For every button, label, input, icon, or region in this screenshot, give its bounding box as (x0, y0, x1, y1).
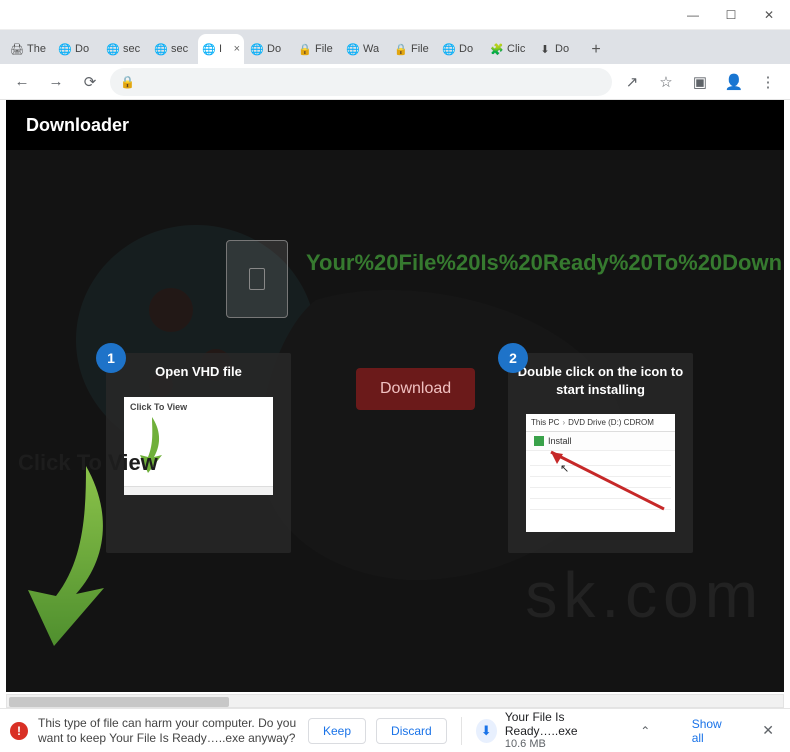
thumb1-label: Click To View (124, 397, 273, 417)
warning-text: This type of file can harm your computer… (38, 716, 298, 746)
download-item[interactable]: ⬇ Your File Is Ready…..exe 10.6 MB ⌃ (476, 710, 658, 752)
tab-label: Do (267, 43, 281, 55)
divider (461, 717, 462, 745)
step-title-1: Open VHD file (106, 353, 291, 391)
tab-the[interactable]: 🖨The (6, 34, 52, 64)
share-button[interactable]: ↗ (618, 68, 646, 96)
profile-button[interactable]: 👤 (720, 68, 748, 96)
watermark-text: sk.com (525, 558, 764, 632)
step-title-2: Double click on the icon to start instal… (508, 353, 693, 408)
step-card-2: 2 Double click on the icon to start inst… (508, 353, 693, 553)
browser-toolbar: ← → ⟳ 🔒 ↗ ☆ ▣ 👤 ⋮ (0, 64, 790, 100)
tab-label: Do (459, 43, 473, 55)
tab-close-icon[interactable]: × (234, 43, 240, 55)
back-button[interactable]: ← (8, 68, 36, 96)
big-green-arrow-icon (14, 460, 124, 650)
window-maximize-button[interactable]: ☐ (712, 1, 750, 29)
tab-sec-1[interactable]: 🌐sec (102, 34, 148, 64)
tab-sec-2[interactable]: 🌐sec (150, 34, 196, 64)
lock-icon: 🔒 (298, 42, 312, 56)
new-tab-button[interactable]: + (582, 36, 610, 64)
thumb1-footer (124, 486, 273, 495)
page-title: Downloader (26, 115, 129, 136)
download-size: 10.6 MB (505, 738, 625, 751)
tab-label: File (315, 43, 333, 55)
download-chevron-icon[interactable]: ⌃ (633, 717, 658, 745)
step-thumb-1: Click To View (124, 397, 273, 495)
page: sk.com Downloader Your%20File%20Is%20Rea… (6, 100, 784, 692)
window-minimize-button[interactable]: — (674, 1, 712, 29)
tab-file-2[interactable]: 🔒File (390, 34, 436, 64)
shelf-close-button[interactable]: ✕ (756, 718, 780, 743)
globe-icon: 🌐 (250, 42, 264, 56)
tab-wa[interactable]: 🌐Wa (342, 34, 388, 64)
red-arrow-icon (539, 444, 669, 514)
tab-do-3[interactable]: 🌐Do (438, 34, 484, 64)
globe-icon: 🌐 (442, 42, 456, 56)
horizontal-scrollbar[interactable] (6, 694, 784, 708)
address-bar[interactable]: 🔒 (110, 68, 612, 96)
download-icon: ⬇ (538, 42, 552, 56)
puzzle-icon: 🧩 (490, 42, 504, 56)
extensions-button[interactable]: ▣ (686, 68, 714, 96)
tab-do-1[interactable]: 🌐Do (54, 34, 100, 64)
tab-do-2[interactable]: 🌐Do (246, 34, 292, 64)
tab-clic[interactable]: 🧩Clic (486, 34, 532, 64)
thumb2-path: This PC›DVD Drive (D:) CDROM (526, 414, 675, 432)
menu-button[interactable]: ⋮ (754, 68, 782, 96)
bookmark-button[interactable]: ☆ (652, 68, 680, 96)
download-button[interactable]: Download (356, 368, 475, 410)
step-badge-1: 1 (96, 343, 126, 373)
scrollbar-thumb[interactable] (9, 697, 229, 707)
download-meta: Your File Is Ready…..exe 10.6 MB (505, 710, 625, 752)
discard-button[interactable]: Discard (376, 718, 447, 744)
tab-do-4[interactable]: ⬇Do (534, 34, 580, 64)
forward-button[interactable]: → (42, 68, 70, 96)
printer-icon: 🖨 (10, 42, 24, 56)
globe-icon: 🌐 (106, 42, 120, 56)
keep-button[interactable]: Keep (308, 718, 366, 744)
globe-icon: 🌐 (154, 42, 168, 56)
page-header: Downloader (6, 100, 784, 150)
tab-label: The (27, 43, 46, 55)
globe-icon: 🌐 (346, 42, 360, 56)
tab-label: Do (555, 43, 569, 55)
tab-label: Do (75, 43, 89, 55)
tab-label: I (219, 43, 222, 55)
globe-icon: 🌐 (202, 42, 216, 56)
step-badge-2: 2 (498, 343, 528, 373)
viewport: sk.com Downloader Your%20File%20Is%20Rea… (6, 100, 784, 692)
window-titlebar: — ☐ ✕ (0, 0, 790, 30)
download-filename: Your File Is Ready…..exe (505, 710, 625, 739)
show-all-button[interactable]: Show all (678, 712, 747, 750)
lock-icon: 🔒 (394, 42, 408, 56)
tab-strip: 🖨The 🌐Do 🌐sec 🌐sec 🌐I× 🌐Do 🔒File 🌐Wa 🔒Fi… (0, 30, 790, 64)
tab-label: Wa (363, 43, 379, 55)
tab-active[interactable]: 🌐I × (198, 34, 244, 64)
path-seg-b: DVD Drive (D:) CDROM (568, 418, 654, 427)
warning-icon: ! (10, 722, 28, 740)
file-icon (226, 240, 288, 318)
tab-label: Clic (507, 43, 525, 55)
tab-label: sec (171, 43, 188, 55)
globe-icon: 🌐 (58, 42, 72, 56)
lock-icon: 🔒 (120, 75, 135, 89)
tab-label: sec (123, 43, 140, 55)
click-to-view-text: Click To View (18, 450, 158, 476)
download-shelf: ! This type of file can harm your comput… (0, 708, 790, 752)
reload-button[interactable]: ⟳ (76, 68, 104, 96)
tab-label: File (411, 43, 429, 55)
step-thumb-2: This PC›DVD Drive (D:) CDROM Install ↖ (526, 414, 675, 532)
download-icon: ⬇ (476, 719, 497, 743)
tab-file-1[interactable]: 🔒File (294, 34, 340, 64)
ready-text: Your%20File%20Is%20Ready%20To%20Down (306, 250, 782, 276)
path-seg-a: This PC (531, 418, 559, 427)
window-close-button[interactable]: ✕ (750, 1, 788, 29)
